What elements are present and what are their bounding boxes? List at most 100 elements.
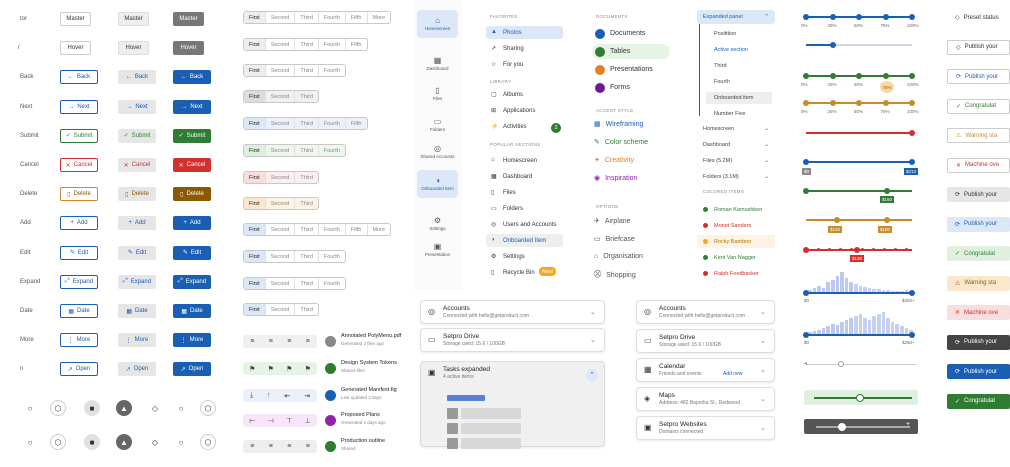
icon-button[interactable]: ○ [173,400,189,416]
nav-item[interactable]: ▢ Albums [486,91,523,99]
align-icon[interactable]: ⚑ [286,365,292,373]
slider-stop[interactable] [803,100,809,106]
collapsed-row[interactable]: Homescreen ⌄ [697,124,775,136]
tonal-button[interactable]: ⋮ More [118,333,156,348]
rail-item-onboarded-item[interactable]: ◑ Onboarded Item [417,170,458,198]
segment-second[interactable]: Second [266,198,296,209]
slider-stop[interactable] [856,100,862,106]
nav-item[interactable]: ↗ Sharing [486,42,563,55]
icon-button[interactable]: ▲ [116,434,132,450]
segment-fourth[interactable]: Fourth [319,65,345,76]
service-card[interactable]: ▣ Setpro Websites Domains connected ⌄ [636,416,775,440]
outline-button[interactable]: ▦ Date [60,304,98,318]
segment-second[interactable]: Second [266,118,296,129]
align-icon[interactable]: ⚑ [268,365,274,373]
segment-third[interactable]: Third [295,172,318,183]
outline-button[interactable]: Hover [60,41,91,56]
segment-fifth[interactable]: Fifth [346,12,368,23]
slider-stop[interactable] [829,14,836,20]
nav-item[interactable]: ▭ Folders [486,202,563,215]
tonal-button[interactable]: ▦ Date [118,304,156,318]
rail-item-homescreen[interactable]: ⌂ Homescreen [417,10,458,38]
solid-button[interactable]: ⤢ Expand [173,274,211,289]
solid-button[interactable]: ← Back [173,70,211,85]
segment-first[interactable]: First [244,224,266,235]
segment-first[interactable]: First [244,12,266,23]
panel-item[interactable]: Active section [706,44,772,56]
collapsed-row[interactable]: Files (5.2M) ⌄ [697,156,775,168]
segment-third[interactable]: Third [295,39,319,50]
align-icon[interactable]: ≡ [269,338,273,345]
tonal-button[interactable]: ▯ Delete [118,187,156,202]
rail-item-presentation[interactable]: ▣ Presentation [417,238,458,262]
segment-first[interactable]: First [244,278,266,289]
segment-first[interactable]: First [244,39,266,50]
align-icon[interactable]: ≡ [287,443,291,450]
icon-button[interactable]: ◇ [147,434,163,450]
segment-fourth[interactable]: Fourth [319,12,346,23]
segment-fifth[interactable]: Fifth [346,118,367,129]
slider-thumb[interactable] [856,394,864,402]
slider-thumb[interactable] [803,247,809,253]
nav-item[interactable]: ▲ Photos [486,26,563,39]
solid-button[interactable]: ✎ Edit [173,245,211,260]
slider-stop[interactable] [909,100,915,106]
solid-button[interactable]: ✓ Submit [173,128,211,143]
nav-item[interactable]: ◎ Users and Accounts [486,218,563,231]
segment-second[interactable]: Second [266,12,296,23]
slider-thumb[interactable] [854,247,860,253]
segment-first[interactable]: First [244,251,266,262]
tonal-button[interactable]: → Next [118,99,156,114]
slider-stop[interactable] [882,73,889,79]
solid-button[interactable]: + Add [173,216,211,231]
slider-stop[interactable] [909,14,915,20]
segment-more[interactable]: More [368,224,391,235]
accent-item[interactable]: ✎ Color scheme [594,138,648,147]
icon-button[interactable]: ○ [22,434,38,450]
slider-thumb[interactable] [884,188,890,194]
panel-item[interactable]: Fourth [706,76,772,88]
slider-thumb[interactable] [803,332,809,338]
segment-second[interactable]: Second [266,278,296,289]
segment-second[interactable]: Second [266,39,296,50]
slider-stop[interactable] [909,73,915,79]
solid-button[interactable]: Master [173,12,204,26]
nav-item[interactable]: ⚡ Activities [486,123,527,131]
slider-thumb[interactable] [909,159,915,165]
panel-item[interactable]: Number Five [706,108,772,120]
solid-button[interactable]: ⋮ More [173,333,211,348]
outline-button[interactable]: ← Back [60,70,98,85]
outline-button[interactable]: → Next [60,99,98,114]
app-item[interactable]: Tables [592,44,670,59]
colored-item[interactable]: Rocky Bamboo [697,235,775,248]
card-link[interactable]: Add new [723,371,742,377]
colored-item[interactable]: Kent Van Nagger [697,251,775,264]
slider-stop[interactable] [803,14,809,20]
tonal-button[interactable]: ✓ Submit [118,128,156,143]
slider-thumb[interactable] [803,188,809,194]
slider-thumb[interactable] [830,42,836,48]
align-icon[interactable]: ⚑ [305,365,311,373]
slider-thumb[interactable] [834,217,840,223]
accent-item[interactable]: ▦ Wireframing [594,120,643,129]
nav-item[interactable]: ⊞ Applications [486,107,535,115]
segment-first[interactable]: First [244,65,266,76]
segment-third[interactable]: Third [295,304,318,315]
slider-thumb[interactable] [909,332,915,338]
segment-fifth[interactable]: Fifth [346,39,367,50]
segment-third[interactable]: Third [295,145,319,156]
icon-button[interactable]: ⬡ [50,400,66,416]
solid-button[interactable]: ↗ Open [173,362,211,377]
tonal-button[interactable]: Master [118,12,149,26]
accent-item[interactable]: ◉ Inspiration [594,174,637,183]
segment-second[interactable]: Second [266,65,296,76]
segment-third[interactable]: Third [295,224,319,235]
outline-button[interactable]: Master [60,12,91,26]
slider-thumb[interactable] [838,423,846,431]
nav-item[interactable]: ☆ For you [486,58,563,71]
align-icon[interactable]: ⇥ [304,392,310,400]
solid-button[interactable]: ▯ Delete [173,187,211,202]
segment-first[interactable]: First [244,198,266,209]
tonal-button[interactable]: ↗ Open [118,362,156,377]
segment-third[interactable]: Third [295,65,319,76]
